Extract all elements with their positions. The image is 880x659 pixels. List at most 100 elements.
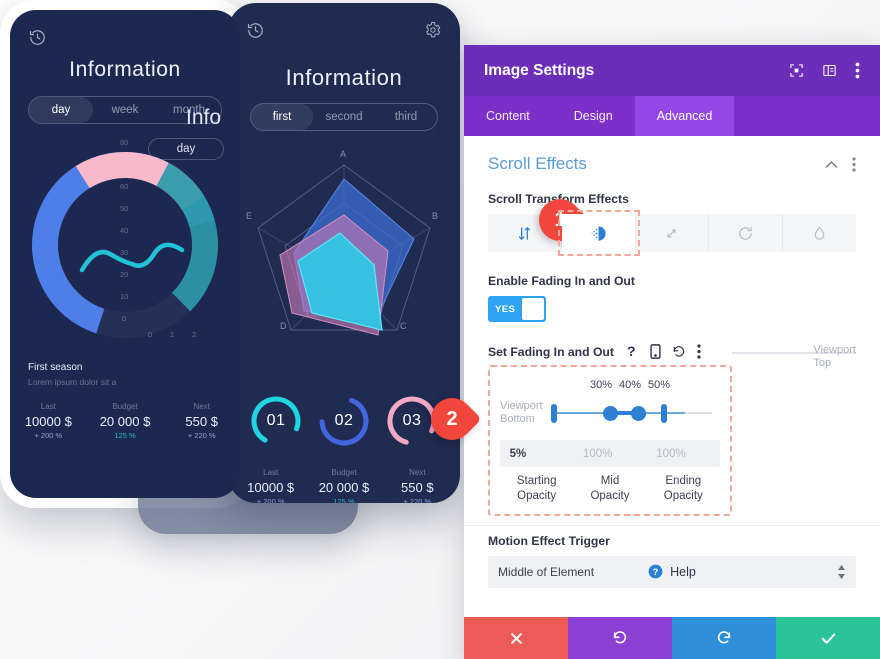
- stat-key: Next: [409, 468, 426, 477]
- redo-button[interactable]: [672, 617, 776, 659]
- blur-icon-button[interactable]: [783, 214, 856, 252]
- slider-handle-mid1[interactable]: [602, 406, 618, 421]
- viewport-top-line1: Viewport: [813, 344, 856, 356]
- starting-opacity-label: Starting Opacity: [517, 474, 557, 504]
- save-button[interactable]: [776, 617, 880, 659]
- chevron-up-icon[interactable]: [825, 160, 838, 169]
- stat-value: 20 000 $: [318, 480, 370, 495]
- stat-delta: + 200 %: [256, 497, 285, 503]
- front-tab-week[interactable]: week: [93, 97, 157, 123]
- front-stats: Last 10000 $ + 200 % Budget 20 000 $ 125…: [10, 402, 240, 440]
- stat-delta: + 220 %: [187, 431, 216, 440]
- stat-delta: 125 %: [114, 431, 136, 440]
- panel-tab-bar: Content Design Advanced: [464, 96, 880, 136]
- front-stat-next: Next 550 $ + 220 %: [163, 402, 240, 440]
- viewport-top-line2: Top: [813, 357, 832, 369]
- mid-opacity-label: Mid Opacity: [590, 474, 629, 504]
- more-vertical-icon[interactable]: [852, 156, 856, 172]
- help-row[interactable]: ? Help: [464, 525, 880, 617]
- radar-label-c: C: [400, 321, 407, 331]
- more-vertical-icon[interactable]: [855, 62, 860, 79]
- slider-track-wrap[interactable]: [550, 398, 712, 428]
- stat-key: Next: [193, 402, 210, 411]
- callout-marker-2: 2: [422, 389, 489, 449]
- radar-chart: [257, 164, 431, 336]
- stat-value: 550 $: [401, 480, 434, 495]
- layout-panel-icon[interactable]: [822, 63, 837, 78]
- close-icon: [510, 632, 522, 644]
- fullscreen-icon[interactable]: [789, 63, 804, 78]
- slider-handle-mid2[interactable]: [630, 406, 646, 421]
- mid-tab-second[interactable]: second: [313, 104, 375, 130]
- mid-tab-third[interactable]: third: [375, 104, 437, 130]
- label-line2: Opacity: [590, 490, 630, 502]
- marker-50: 50%: [648, 379, 671, 391]
- rotate-icon-button[interactable]: [709, 214, 784, 252]
- mid-opacity-cell: 100% Mid Opacity: [572, 440, 647, 504]
- set-fading-label: Set Fading In and Out: [488, 344, 614, 359]
- front-tab-day[interactable]: day: [29, 97, 93, 123]
- mid-opacity-input[interactable]: 100%: [572, 440, 647, 467]
- donut-chart: [31, 151, 218, 338]
- mid-ring-row: 01 02 03: [248, 393, 440, 449]
- front-tab-month[interactable]: month: [157, 97, 221, 123]
- horizontal-motion-icon-button[interactable]: [635, 214, 710, 252]
- mockup-card-middle: Information first second third A B C D E…: [228, 3, 460, 503]
- mockup-card-front: Information day week month 80 70 60 50 4…: [10, 10, 240, 498]
- viewport-bottom-label: Viewport Bottom: [500, 400, 543, 426]
- more-vertical-icon[interactable]: [697, 344, 701, 359]
- undo-button[interactable]: [568, 617, 672, 659]
- help-label: Help: [670, 564, 696, 579]
- slider-handle-end[interactable]: [660, 404, 667, 423]
- mid-card-tabs[interactable]: first second third: [250, 103, 438, 131]
- front-stat-last: Last 10000 $ + 200 %: [10, 402, 87, 440]
- ending-opacity-cell: 100% Ending Opacity: [646, 440, 721, 504]
- mid-stat-budget: Budget 20 000 $ 125 %: [307, 468, 380, 503]
- mid-tab-first[interactable]: first: [251, 104, 313, 130]
- mobile-icon[interactable]: [650, 344, 661, 359]
- starting-opacity-input[interactable]: 5%: [499, 440, 574, 467]
- help-icon[interactable]: ?: [626, 344, 639, 359]
- fading-slider[interactable]: Viewport Bottom: [500, 398, 720, 428]
- label-line2: Opacity: [663, 490, 703, 502]
- fade-icon-button[interactable]: [557, 210, 640, 256]
- question-circle-icon: ?: [648, 564, 663, 579]
- enable-fading-toggle[interactable]: YES: [488, 296, 546, 322]
- screenshot-root: Information first second third A B C D E…: [0, 0, 880, 659]
- radar-label-a: A: [340, 149, 347, 159]
- image-settings-panel: Image Settings Content Design Advanced S…: [464, 45, 880, 659]
- reset-icon[interactable]: [672, 345, 686, 359]
- panel-footer: [464, 617, 880, 659]
- mockup-card-front-frame: Information day week month 80 70 60 50 4…: [0, 0, 250, 508]
- progress-ring-01: 01: [248, 393, 304, 449]
- slider-markers: 30% 40% 50%: [500, 379, 720, 395]
- panel-body: Scroll Effects Scroll Transform Effects: [464, 136, 880, 617]
- stat-delta: + 220 %: [403, 497, 432, 503]
- cancel-button[interactable]: [464, 617, 568, 659]
- scroll-effects-header: Scroll Effects: [488, 154, 856, 174]
- radar-label-e: E: [246, 211, 253, 221]
- slider-handle-start[interactable]: [550, 404, 557, 423]
- tab-design[interactable]: Design: [552, 96, 635, 136]
- stat-key: Last: [263, 468, 279, 477]
- history-icon: [246, 21, 265, 45]
- fading-controls-box: 30% 40% 50% Viewport Bottom 5% Starting …: [488, 365, 732, 516]
- progress-ring-02: 02: [316, 393, 372, 449]
- toggle-knob: [522, 298, 544, 320]
- svg-text:?: ?: [627, 344, 636, 359]
- starting-opacity-cell: 5% Starting Opacity: [499, 440, 574, 504]
- section-title: Scroll Effects: [488, 154, 587, 173]
- label-line1: Starting: [516, 475, 557, 487]
- stat-key: Budget: [112, 402, 138, 411]
- stat-value: 10000 $: [247, 480, 295, 495]
- tab-content[interactable]: Content: [464, 96, 552, 136]
- front-card-title: Information: [69, 58, 181, 81]
- tab-advanced[interactable]: Advanced: [634, 96, 735, 136]
- front-card-tabs[interactable]: day week month: [28, 96, 222, 124]
- ending-opacity-input[interactable]: 100%: [646, 440, 721, 467]
- viewport-bottom-line2: Bottom: [500, 413, 535, 425]
- stat-value: 20 000 $: [99, 414, 151, 429]
- marker-40: 40%: [619, 379, 642, 391]
- mid-stat-next: Next 550 $ + 220 %: [381, 468, 454, 503]
- radar-label-d: D: [280, 321, 287, 331]
